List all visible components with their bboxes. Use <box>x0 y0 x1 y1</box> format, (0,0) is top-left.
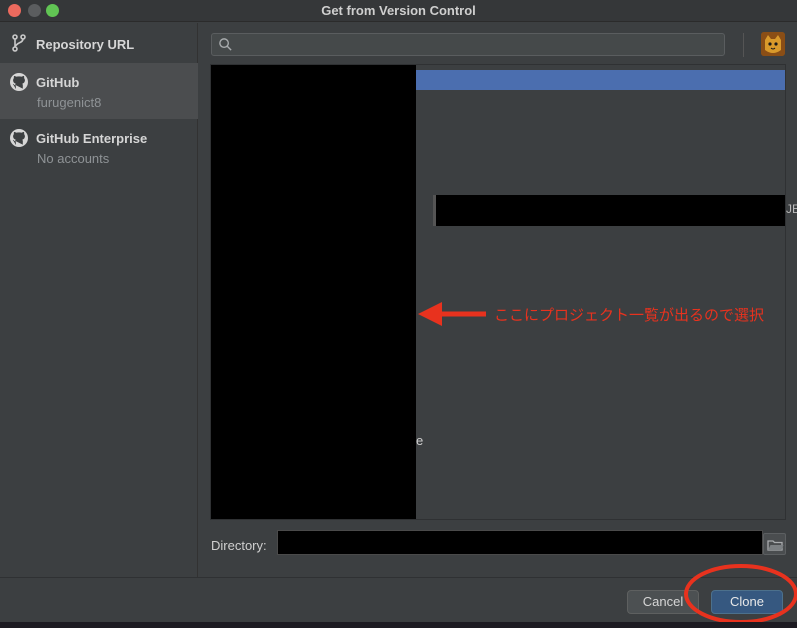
github-icon <box>10 129 28 147</box>
sidebar-item-label: Repository URL <box>36 37 135 52</box>
annotation-text: ここにプロジェクト一覧が出るので選択 <box>494 306 765 324</box>
directory-input[interactable] <box>277 530 763 555</box>
sidebar-item-github[interactable]: GitHub furugenict8 <box>0 63 198 119</box>
avatar-image <box>761 32 785 56</box>
sidebar-item-label: GitHub <box>36 75 80 90</box>
window-title: Get from Version Control <box>321 3 476 18</box>
repo-text-fragment: e <box>416 433 424 448</box>
toolbar-divider <box>743 33 744 57</box>
branch-icon <box>12 34 26 52</box>
search-box[interactable] <box>211 33 725 56</box>
browse-folder-button[interactable] <box>763 533 786 555</box>
sidebar-item-github-enterprise[interactable]: GitHub Enterprise No accounts <box>0 119 198 175</box>
github-icon <box>10 73 28 91</box>
enterprise-account-status: No accounts <box>37 151 110 166</box>
title-bar: Get from Version Control <box>0 0 797 22</box>
redacted-repo-names <box>211 65 416 519</box>
sidebar-item-label: GitHub Enterprise <box>36 131 148 146</box>
sidebar-item-repository-url[interactable]: Repository URL <box>0 23 198 63</box>
clone-button[interactable]: Clone <box>711 590 783 614</box>
cancel-button[interactable]: Cancel <box>627 590 699 614</box>
footer-separator <box>0 577 797 578</box>
repo-text-edge: JE <box>786 202 797 216</box>
repository-list[interactable]: e <box>210 64 786 520</box>
github-account-name: furugenict8 <box>37 95 102 110</box>
search-input[interactable] <box>238 36 718 53</box>
desktop-strip <box>0 622 797 628</box>
directory-label: Directory: <box>211 538 267 553</box>
sidebar: Repository URL GitHub furugenict8 GitHub… <box>0 23 198 577</box>
folder-icon <box>767 540 784 551</box>
account-avatar[interactable] <box>761 32 785 56</box>
selected-repo-row[interactable] <box>416 70 785 90</box>
search-icon <box>219 38 232 51</box>
redacted-repo-row[interactable] <box>433 195 785 226</box>
